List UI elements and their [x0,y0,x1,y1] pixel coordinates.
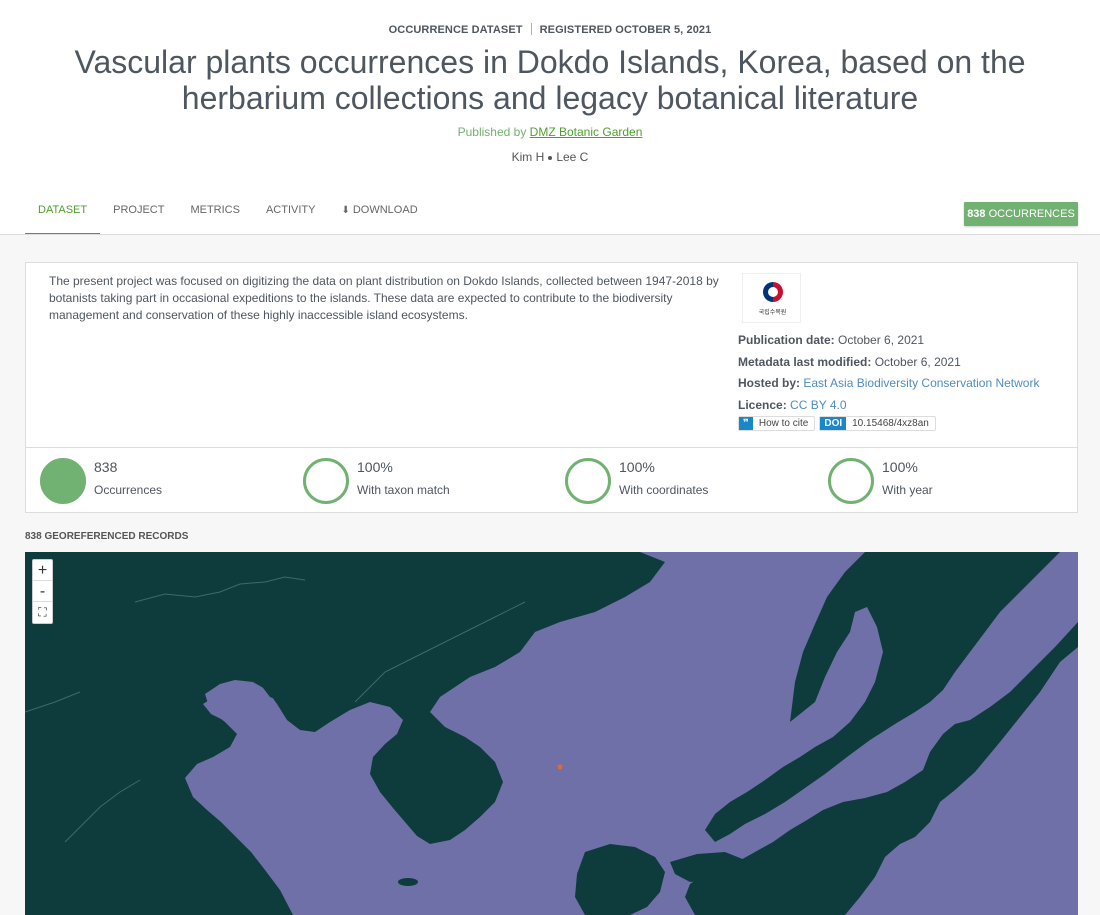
meta-separator [530,23,532,35]
stat-label: With taxon match [357,483,450,497]
how-to-cite-button[interactable]: ❞ How to cite [738,416,816,431]
page-header: OCCURRENCE DATASET REGISTERED OCTOBER 5, … [0,0,1100,235]
metadata-modified-row: Metadata last modified: October 6, 2021 [738,352,1039,374]
author-separator [548,156,553,160]
taegeuk-emblem-icon [763,282,783,302]
licence-row: Licence: CC BY 4.0 [738,395,1039,417]
authors: Kim H Lee C [0,150,1100,164]
fullscreen-icon[interactable]: ⛶ [33,602,52,623]
stat-taxon-match[interactable]: 100% With taxon match [303,458,543,506]
occurrences-label: OCCURRENCES [988,208,1075,220]
occurrence-marker [557,764,563,770]
hosted-by-row: Hosted by: East Asia Biodiversity Conser… [738,373,1039,395]
dataset-type: OCCURRENCE DATASET [388,24,523,36]
publication-date: October 6, 2021 [838,333,925,347]
progress-ring-icon [565,458,611,504]
page-title: Vascular plants occurrences in Dokdo Isl… [74,44,1026,116]
dataset-summary-card: The present project was focused on digit… [25,262,1078,513]
tab-download-label: DOWNLOAD [352,204,418,216]
stat-value: 100% [357,459,393,475]
published-prefix: Published by [457,125,527,139]
progress-ring-icon [303,458,349,504]
dataset-facts: Publication date: October 6, 2021 Metada… [738,330,1039,416]
how-to-cite-label: How to cite [758,418,809,429]
publisher-link[interactable]: DMZ Botanic Garden [530,125,643,139]
stat-value: 838 [94,459,118,475]
author-name[interactable]: Lee C [556,150,588,164]
map-basemap [25,552,1078,915]
publication-date-row: Publication date: October 6, 2021 [738,330,1039,352]
doi-value: 10.15468/4xz8an [852,418,929,429]
publication-date-label: Publication date: [738,333,835,347]
metadata-modified-label: Metadata last modified: [738,354,872,369]
citation-row: ❞ How to cite DOI 10.15468/4xz8an [738,416,936,431]
land-jeju [398,878,418,886]
occurrences-button[interactable]: 838 OCCURRENCES [964,202,1078,226]
metadata-modified: October 6, 2021 [874,354,961,369]
doi-button[interactable]: DOI 10.15468/4xz8an [819,416,936,431]
stat-coordinates[interactable]: 100% With coordinates [565,458,805,506]
stat-value: 100% [619,459,655,475]
tab-project[interactable]: PROJECT [100,194,177,234]
progress-ring-icon [828,458,874,504]
map-controls: + - ⛶ [32,559,53,624]
occurrences-count: 838 [967,208,986,220]
occurrence-map[interactable]: + - ⛶ [25,552,1078,915]
logo-text: 국립수목원 [758,310,787,316]
stat-label: With year [882,483,933,497]
land-kyushu [575,844,665,915]
stats-row: 838 Occurrences 100% With taxon match 10… [26,447,1077,513]
stat-occurrences[interactable]: 838 Occurrences [40,458,280,506]
tab-activity[interactable]: ACTIVITY [253,194,329,234]
tab-dataset[interactable]: DATASET [25,194,101,234]
licence-label: Licence: [738,397,787,412]
quote-icon: ❞ [739,417,753,430]
registered-date: REGISTERED OCTOBER 5, 2021 [539,24,712,36]
stat-value: 100% [882,459,918,475]
tab-metrics[interactable]: METRICS [177,194,253,234]
licence-link[interactable]: CC BY 4.0 [790,398,846,412]
stat-label: With coordinates [619,483,709,497]
stat-label: Occurrences [94,483,163,497]
tab-bar: DATASET PROJECT METRICS ACTIVITY ⬇ DOWNLO… [25,194,431,234]
doi-tag: DOI [820,417,847,430]
hosted-by-link[interactable]: East Asia Biodiversity Conservation Netw… [803,376,1039,390]
hosted-by-label: Hosted by: [738,376,801,390]
author-name[interactable]: Kim H [512,150,545,164]
stat-year[interactable]: 100% With year [828,458,1068,506]
georeferenced-records-label: 838 GEOREFERENCED RECORDS [25,531,189,542]
zoom-out-button[interactable]: - [33,581,52,602]
occurrences-circle-icon [40,458,86,504]
publisher-logo[interactable]: 국립수목원 [742,273,801,323]
dataset-meta-line: OCCURRENCE DATASET REGISTERED OCTOBER 5, … [0,23,1100,36]
tab-download[interactable]: ⬇ DOWNLOAD [328,194,430,234]
dataset-description: The present project was focused on digit… [49,274,719,322]
published-by: Published by DMZ Botanic Garden [0,125,1100,139]
download-icon: ⬇ [341,205,350,216]
zoom-in-button[interactable]: + [33,560,52,581]
